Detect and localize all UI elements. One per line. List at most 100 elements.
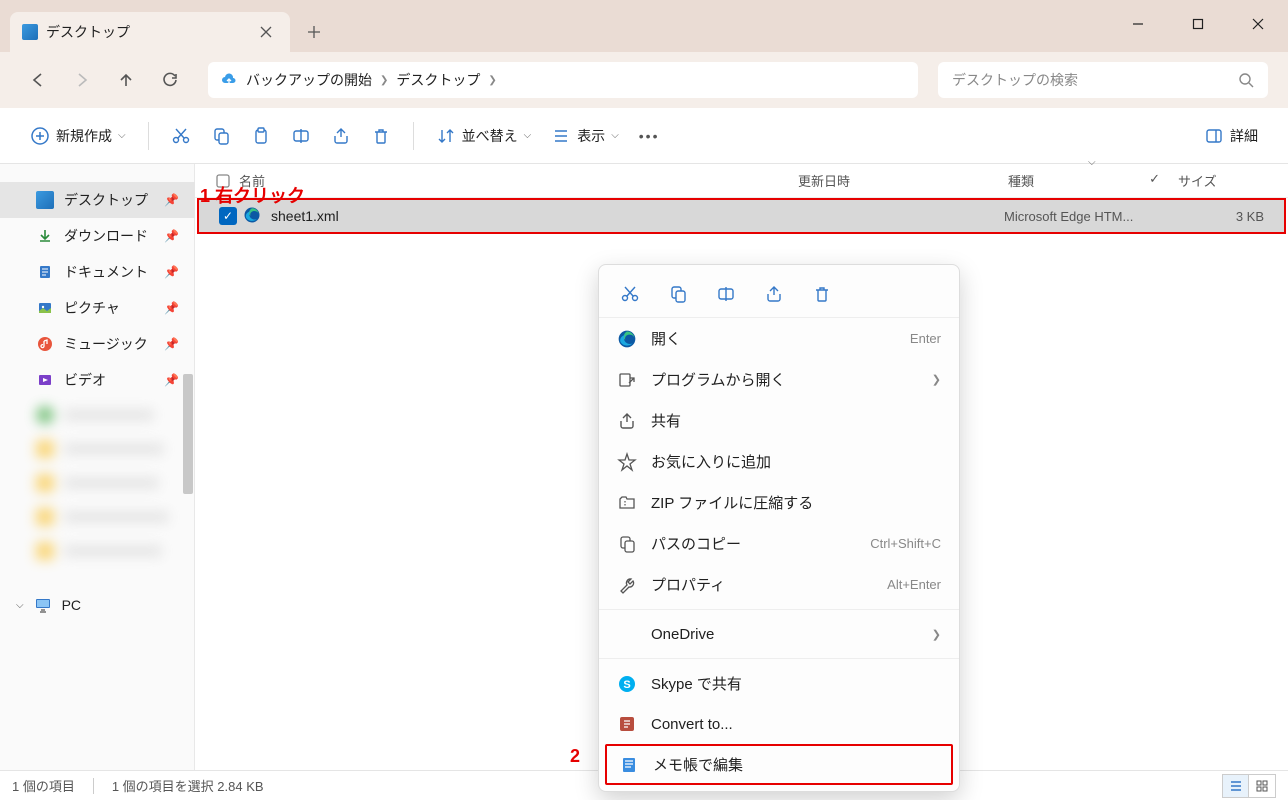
sidebar-item-documents[interactable]: ドキュメント 📌: [0, 254, 195, 290]
breadcrumb[interactable]: バックアップの開始 ❯ デスクトップ ❯: [208, 62, 918, 98]
file-name: sheet1.xml: [271, 208, 1004, 224]
sidebar-item-video[interactable]: ビデオ 📌: [0, 362, 195, 398]
cut-button[interactable]: [161, 120, 201, 152]
rename-button[interactable]: [281, 120, 321, 152]
forward-button[interactable]: [64, 62, 100, 98]
pin-icon[interactable]: 📌: [164, 193, 179, 207]
trash-icon: [371, 126, 391, 146]
sidebar-item[interactable]: [0, 398, 195, 432]
sidebar-item-pc[interactable]: ⌵ PC: [0, 588, 195, 622]
share-icon: [617, 411, 637, 431]
breadcrumb-segment[interactable]: バックアップの開始: [246, 70, 372, 90]
download-icon: [36, 227, 54, 245]
column-date[interactable]: 更新日時: [798, 171, 1008, 190]
ctx-edit-notepad[interactable]: メモ帳で編集: [605, 744, 953, 785]
address-bar: バックアップの開始 ❯ デスクトップ ❯ デスクトップの検索: [0, 52, 1288, 108]
tab-title: デスクトップ: [46, 22, 246, 42]
back-button[interactable]: [20, 62, 56, 98]
wrench-icon: [617, 575, 637, 595]
column-size[interactable]: サイズ: [1178, 171, 1288, 190]
delete-button[interactable]: [809, 281, 835, 307]
share-button[interactable]: [321, 120, 361, 152]
checkbox-checked-icon[interactable]: ✓: [219, 207, 237, 225]
column-name[interactable]: 名前: [239, 171, 798, 190]
details-view-button[interactable]: [1223, 775, 1249, 797]
chevron-right-icon[interactable]: ❯: [380, 75, 388, 86]
new-button[interactable]: 新規作成 ⌵: [20, 120, 136, 152]
sort-button[interactable]: 並べ替え ⌵: [426, 120, 542, 152]
separator: [413, 122, 414, 150]
pin-icon[interactable]: 📌: [164, 265, 179, 279]
context-menu: 開く Enter プログラムから開く ❯ 共有 お気に入りに追加 ZIP ファイ…: [598, 264, 960, 792]
close-window-button[interactable]: [1228, 0, 1288, 48]
ctx-add-favorites[interactable]: お気に入りに追加: [599, 441, 959, 482]
column-type[interactable]: ⌵ 種類 ✓: [1008, 171, 1178, 190]
desktop-icon: [22, 24, 38, 40]
pin-icon[interactable]: 📌: [164, 301, 179, 315]
sidebar-item[interactable]: [0, 432, 195, 466]
list-icon: [551, 126, 571, 146]
ctx-open[interactable]: 開く Enter: [599, 318, 959, 359]
ctx-skype[interactable]: S Skype で共有: [599, 663, 959, 704]
window-tab[interactable]: デスクトップ: [10, 12, 290, 52]
sidebar-item-pictures[interactable]: ピクチャ 📌: [0, 290, 195, 326]
separator: [599, 658, 959, 659]
pictures-icon: [36, 299, 54, 317]
scrollbar-thumb[interactable]: [183, 374, 193, 494]
share-button[interactable]: [761, 281, 787, 307]
nav-sidebar: デスクトップ 📌 ダウンロード 📌 ドキュメント 📌 ピクチャ 📌 ミュージック…: [0, 164, 195, 770]
sidebar-item[interactable]: [0, 466, 195, 500]
sidebar-item-desktop[interactable]: デスクトップ 📌: [0, 182, 195, 218]
annotation-1: 1 右クリック: [200, 182, 305, 208]
copy-button[interactable]: [201, 120, 241, 152]
delete-button[interactable]: [361, 120, 401, 152]
rename-button[interactable]: [713, 281, 739, 307]
ctx-share[interactable]: 共有: [599, 400, 959, 441]
copy-button[interactable]: [665, 281, 691, 307]
paste-button[interactable]: [241, 120, 281, 152]
view-toggle: [1222, 774, 1276, 798]
ctx-copy-path[interactable]: パスのコピー Ctrl+Shift+C: [599, 523, 959, 564]
sidebar-item-downloads[interactable]: ダウンロード 📌: [0, 218, 195, 254]
chevron-right-icon[interactable]: ❯: [488, 75, 496, 86]
chevron-down-icon: ⌵: [118, 130, 126, 141]
chevron-down-icon: ⌵: [16, 600, 24, 611]
minimize-button[interactable]: [1108, 0, 1168, 48]
new-tab-button[interactable]: [298, 16, 330, 48]
up-button[interactable]: [108, 62, 144, 98]
open-with-icon: [617, 370, 637, 390]
maximize-button[interactable]: [1168, 0, 1228, 48]
ctx-compress-zip[interactable]: ZIP ファイルに圧縮する: [599, 482, 959, 523]
item-count: 1 個の項目: [12, 776, 75, 795]
refresh-button[interactable]: [152, 62, 188, 98]
search-input[interactable]: デスクトップの検索: [938, 62, 1268, 98]
copy-icon: [211, 126, 231, 146]
pin-icon[interactable]: 📌: [164, 229, 179, 243]
details-button[interactable]: 詳細: [1194, 120, 1268, 152]
chevron-down-icon: ⌵: [524, 130, 532, 141]
convert-icon: [617, 714, 637, 734]
blank-icon: [617, 624, 637, 644]
svg-text:S: S: [623, 679, 630, 691]
file-row[interactable]: ✓ sheet1.xml Microsoft Edge HTM... 3 KB: [197, 198, 1286, 234]
clipboard-icon: [251, 126, 271, 146]
cut-button[interactable]: [617, 281, 643, 307]
close-tab-icon[interactable]: [254, 20, 278, 44]
breadcrumb-segment[interactable]: デスクトップ: [396, 70, 480, 90]
sidebar-item-music[interactable]: ミュージック 📌: [0, 326, 195, 362]
cloud-sync-icon: [220, 71, 238, 89]
icons-view-button[interactable]: [1249, 775, 1275, 797]
pin-icon[interactable]: 📌: [164, 337, 179, 351]
view-button[interactable]: 表示 ⌵: [541, 120, 629, 152]
column-header-row: 名前 更新日時 ⌵ 種類 ✓ サイズ: [195, 164, 1288, 198]
ctx-onedrive[interactable]: OneDrive ❯: [599, 614, 959, 654]
search-placeholder: デスクトップの検索: [952, 70, 1078, 90]
context-icon-row: [599, 271, 959, 318]
ctx-properties[interactable]: プロパティ Alt+Enter: [599, 564, 959, 605]
ctx-convert[interactable]: Convert to...: [599, 704, 959, 744]
ctx-open-with[interactable]: プログラムから開く ❯: [599, 359, 959, 400]
more-button[interactable]: •••: [629, 122, 670, 150]
pin-icon[interactable]: 📌: [164, 373, 179, 387]
sidebar-item[interactable]: [0, 534, 195, 568]
sidebar-item[interactable]: [0, 500, 195, 534]
